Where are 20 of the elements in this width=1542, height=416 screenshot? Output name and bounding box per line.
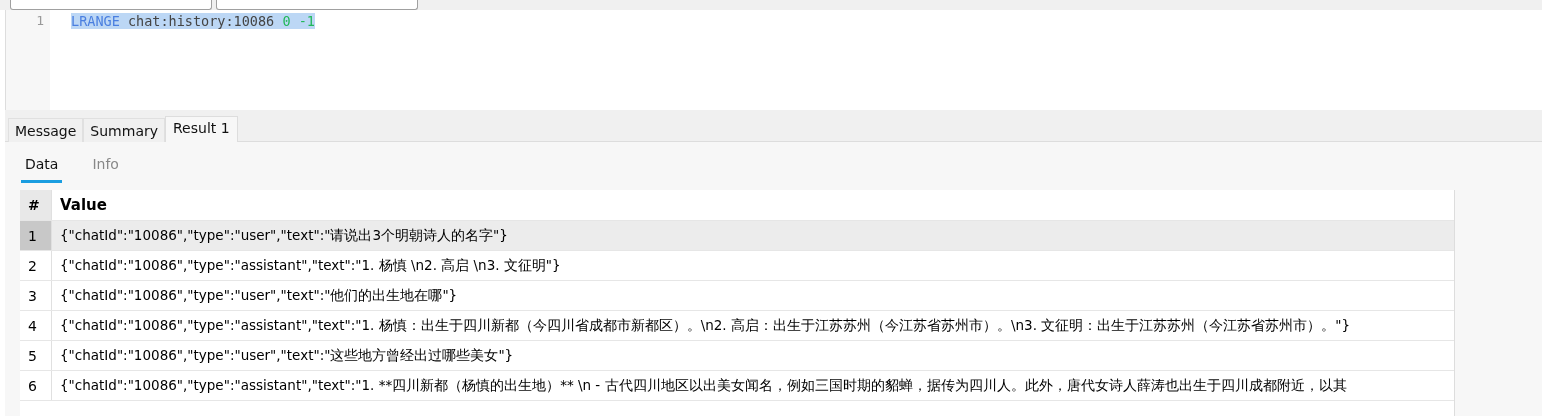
tab[interactable]: Result 1 [165,116,238,142]
tab[interactable]: Message [8,118,84,142]
column-header: Value [59,195,108,216]
table-cell-text: {"chatId":"10086","type":"user","text":"这些地方曾经出过哪些美女"} [59,345,515,365]
tab[interactable]: Summary [83,118,165,142]
table-row[interactable]: 1 {"chatId":"10086","type":"user","text":"请说出3个明朝诗人的名字"} [20,221,1454,251]
row-number: 1 [20,221,52,250]
column-header: # [20,190,52,220]
table-cell-text: {"chatId":"10086","type":"assistant","text":"1. **四川新都（杨慎的出生地）** \n - 古代四川地区以出美女闻名，例如三国时期的貂蝉，据传为四川人。此外，唐代女诗人薛涛也出生于四川成都附近，以其 [59,375,1348,395]
table-row[interactable]: 6 {"chatId":"10086","type":"assistant","text":"1. **四川新都（杨慎的出生地）** \n - 古代四川地区以出美女闻名，例如三国时期的貂蝉，据传为四川人。此外，唐代女诗人薛涛也出生于四川成都附近，以其 [20,371,1454,401]
table-row[interactable]: 2 {"chatId":"10086","type":"assistant","text":"1. 杨慎 \n2. 高启 \n3. 文征明"} [20,251,1454,281]
line-number: 1 [35,12,45,30]
table-cell-text: {"chatId":"10086","type":"user","text":"请说出3个明朝诗人的名字"} [59,225,509,245]
tab[interactable]: Data [21,156,63,183]
table-row[interactable]: 5 {"chatId":"10086","type":"user","text":"这些地方曾经出过哪些美女"} [20,341,1454,371]
table-cell-text: {"chatId":"10086","type":"assistant","text":"1. 杨慎：出生于四川新都（今四川省成都市新都区）。\n2. 高启：出生于江苏苏州（今江苏省苏州市）。\n3. 文征明：出生于江苏苏州（今江苏省苏州市）。"} [59,315,1352,335]
table-cell-text: {"chatId":"10086","type":"assistant","text":"1. 杨慎 \n2. 高启 \n3. 文征明"} [59,255,562,275]
table-row[interactable]: 3 {"chatId":"10086","type":"user","text":"他们的出生地在哪"} [20,281,1454,311]
table-row[interactable]: 4 {"chatId":"10086","type":"assistant","text":"1. 杨慎：出生于四川新都（今四川省成都市新都区）。\n2. 高启：出生于江苏苏州（今江苏省苏州市）。\n3. 文征明：出生于江苏苏州（今江苏省苏州市）。"} [20,311,1454,341]
table-cell-text: {"chatId":"10086","type":"user","text":"他们的出生地在哪"} [59,285,459,305]
